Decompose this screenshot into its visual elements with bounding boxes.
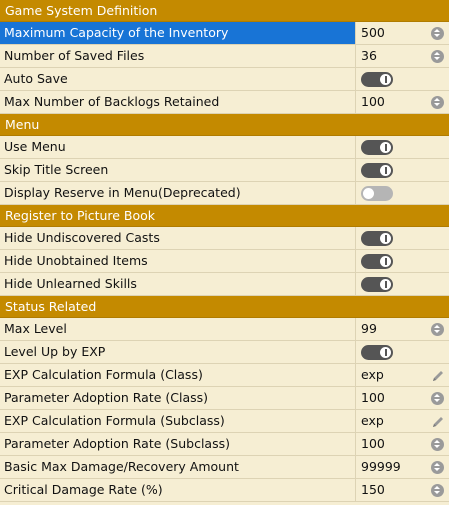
property-row-parameter-adoption-rate-subclass[interactable]: Parameter Adoption Rate (Subclass) 100 [0, 433, 449, 456]
property-row-basic-max-damage-recovery-amount[interactable]: Basic Max Damage/Recovery Amount 99999 [0, 456, 449, 479]
spinner-icon[interactable] [431, 50, 444, 63]
value-text[interactable]: exp [361, 413, 384, 428]
spinner-icon[interactable] [431, 438, 444, 451]
value-text[interactable]: 100 [361, 390, 385, 405]
toggle-switch[interactable] [361, 140, 393, 155]
property-value[interactable]: 99999 [356, 456, 449, 478]
property-value[interactable] [356, 136, 449, 158]
value-text[interactable]: 99999 [361, 459, 401, 474]
property-row-max-number-of-backlogs-retained[interactable]: Max Number of Backlogs Retained 100 [0, 91, 449, 114]
property-value[interactable] [356, 182, 449, 204]
property-value[interactable]: 100 [356, 387, 449, 409]
property-value[interactable]: 100 [356, 91, 449, 113]
property-value[interactable]: 99 [356, 318, 449, 340]
property-label: EXP Calculation Formula (Class) [0, 364, 356, 386]
property-label: Hide Undiscovered Casts [0, 227, 356, 249]
spinner-icon[interactable] [431, 392, 444, 405]
property-row-auto-save[interactable]: Auto Save [0, 68, 449, 91]
property-label: Parameter Adoption Rate (Subclass) [0, 433, 356, 455]
property-row-display-reserve-in-menu-deprecated[interactable]: Display Reserve in Menu(Deprecated) [0, 182, 449, 205]
property-label: Skip Title Screen [0, 159, 356, 181]
property-label: Basic Max Damage/Recovery Amount [0, 456, 356, 478]
property-value[interactable]: 500 [356, 22, 449, 44]
pencil-icon[interactable] [431, 414, 445, 428]
toggle-knob [380, 233, 391, 244]
toggle-switch[interactable] [361, 345, 393, 360]
spinner-icon[interactable] [431, 27, 444, 40]
property-label: Number of Saved Files [0, 45, 356, 67]
section-header-status-related[interactable]: Status Related [0, 296, 449, 318]
property-row-use-menu[interactable]: Use Menu [0, 136, 449, 159]
property-value[interactable]: 100 [356, 433, 449, 455]
toggle-switch[interactable] [361, 231, 393, 246]
property-row-parameter-adoption-rate-class[interactable]: Parameter Adoption Rate (Class) 100 [0, 387, 449, 410]
section-header-register-to-picture-book[interactable]: Register to Picture Book [0, 205, 449, 227]
value-text[interactable]: 99 [361, 321, 377, 336]
spinner-icon[interactable] [431, 461, 444, 474]
spinner-icon[interactable] [431, 484, 444, 497]
property-row-hide-unobtained-items[interactable]: Hide Unobtained Items [0, 250, 449, 273]
value-text[interactable]: exp [361, 367, 384, 382]
spinner-icon[interactable] [431, 323, 444, 336]
value-text[interactable]: 100 [361, 436, 385, 451]
property-value[interactable] [356, 68, 449, 90]
property-label: Max Level [0, 318, 356, 340]
property-value[interactable]: 150 [356, 479, 449, 501]
property-row-hide-undiscovered-casts[interactable]: Hide Undiscovered Casts [0, 227, 449, 250]
property-value[interactable] [356, 273, 449, 295]
toggle-switch[interactable] [361, 72, 393, 87]
toggle-knob [380, 165, 391, 176]
toggle-knob [363, 188, 374, 199]
value-text[interactable]: 36 [361, 48, 377, 63]
property-label: Hide Unobtained Items [0, 250, 356, 272]
property-row-skip-title-screen[interactable]: Skip Title Screen [0, 159, 449, 182]
toggle-knob [380, 279, 391, 290]
property-label: EXP Calculation Formula (Subclass) [0, 410, 356, 432]
property-value[interactable] [356, 341, 449, 363]
property-label: Auto Save [0, 68, 356, 90]
spinner-icon[interactable] [431, 96, 444, 109]
section-header-menu[interactable]: Menu [0, 114, 449, 136]
property-label: Max Number of Backlogs Retained [0, 91, 356, 113]
property-label: Parameter Adoption Rate (Class) [0, 387, 356, 409]
toggle-switch[interactable] [361, 254, 393, 269]
property-row-maximum-capacity-of-the-inventory[interactable]: Maximum Capacity of the Inventory 500 [0, 22, 449, 45]
value-text[interactable]: 100 [361, 94, 385, 109]
property-value[interactable]: exp [356, 364, 449, 386]
property-value[interactable]: exp [356, 410, 449, 432]
property-row-critical-damage-rate[interactable]: Critical Damage Rate (%) 150 [0, 479, 449, 502]
property-label: Use Menu [0, 136, 356, 158]
value-text[interactable]: 500 [361, 25, 385, 40]
property-value[interactable] [356, 159, 449, 181]
toggle-knob [380, 256, 391, 267]
property-grid: Game System Definition Maximum Capacity o… [0, 0, 449, 502]
property-row-level-up-by-exp[interactable]: Level Up by EXP [0, 341, 449, 364]
toggle-knob [380, 74, 391, 85]
value-text[interactable]: 150 [361, 482, 385, 497]
toggle-knob [380, 347, 391, 358]
property-row-max-level[interactable]: Max Level 99 [0, 318, 449, 341]
toggle-switch[interactable] [361, 163, 393, 178]
property-value[interactable] [356, 227, 449, 249]
property-label: Maximum Capacity of the Inventory [0, 22, 356, 44]
toggle-knob [380, 142, 391, 153]
property-label: Level Up by EXP [0, 341, 356, 363]
property-row-number-of-saved-files[interactable]: Number of Saved Files 36 [0, 45, 449, 68]
property-label: Display Reserve in Menu(Deprecated) [0, 182, 356, 204]
property-label: Hide Unlearned Skills [0, 273, 356, 295]
property-value[interactable]: 36 [356, 45, 449, 67]
property-value[interactable] [356, 250, 449, 272]
property-row-exp-calculation-formula-class[interactable]: EXP Calculation Formula (Class) exp [0, 364, 449, 387]
toggle-switch[interactable] [361, 277, 393, 292]
property-row-exp-calculation-formula-subclass[interactable]: EXP Calculation Formula (Subclass) exp [0, 410, 449, 433]
pencil-icon[interactable] [431, 368, 445, 382]
section-header-game-system-definition[interactable]: Game System Definition [0, 0, 449, 22]
property-label: Critical Damage Rate (%) [0, 479, 356, 501]
toggle-switch[interactable] [361, 186, 393, 201]
property-row-hide-unlearned-skills[interactable]: Hide Unlearned Skills [0, 273, 449, 296]
